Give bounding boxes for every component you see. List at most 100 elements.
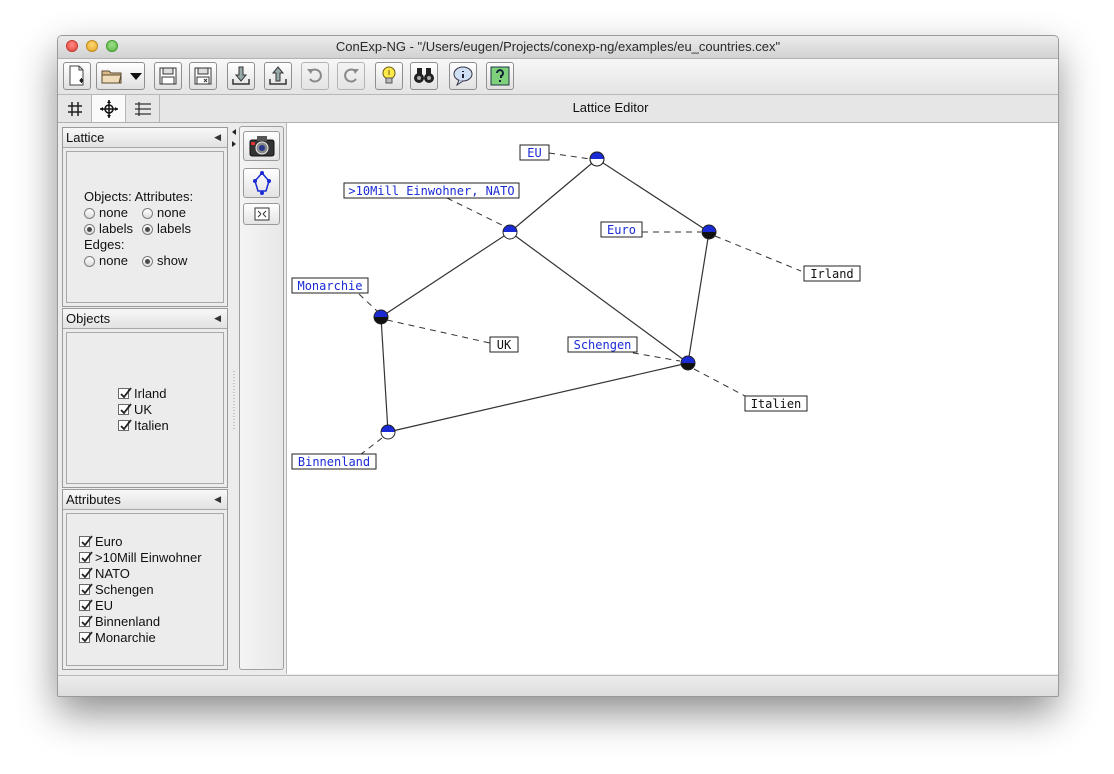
- svg-text:Binnenland: Binnenland: [298, 455, 370, 469]
- tab-implications[interactable]: [126, 95, 160, 122]
- attributes-panel-title: Attributes: [66, 492, 121, 507]
- export-button[interactable]: [264, 62, 292, 90]
- help-button[interactable]: [486, 62, 514, 90]
- attributes-none-radio[interactable]: none: [142, 205, 186, 220]
- fit-view-button[interactable]: [243, 203, 280, 225]
- attribute-item-schengen[interactable]: Schengen: [79, 582, 154, 598]
- object-item-italien[interactable]: Italien: [118, 418, 169, 434]
- checkbox-icon[interactable]: [118, 419, 132, 431]
- attribute-label-monarchie[interactable]: Monarchie: [291, 277, 369, 294]
- checkbox-icon[interactable]: [118, 403, 132, 415]
- radio-icon[interactable]: [84, 208, 95, 219]
- lattice-node-euro[interactable]: [701, 224, 717, 240]
- checkbox-icon[interactable]: [79, 599, 93, 611]
- collapse-arrow-icon[interactable]: ◀: [214, 128, 221, 147]
- attribute-item-binnenland[interactable]: Binnenland: [79, 614, 160, 630]
- context-grid-icon: [67, 101, 82, 116]
- help-icon: [490, 66, 510, 86]
- radio-selected-icon[interactable]: [84, 224, 95, 235]
- radio-icon[interactable]: [142, 208, 153, 219]
- checkbox-icon[interactable]: [79, 567, 93, 579]
- lattice-node-mill-nato[interactable]: [502, 224, 518, 240]
- attributes-list: Euro >10Mill Einwohner NATO Schengen EU …: [66, 513, 224, 666]
- object-item-irland[interactable]: Irland: [118, 386, 167, 402]
- objects-panel-header[interactable]: Objects ◀: [63, 309, 227, 329]
- about-button[interactable]: [449, 62, 477, 90]
- new-context-button[interactable]: [63, 62, 91, 90]
- attribute-label-schengen[interactable]: Schengen: [567, 336, 638, 353]
- lattice-diagram[interactable]: EU >10Mill Einwohner, NATO Euro Monarchi…: [287, 123, 1058, 674]
- radio-selected-icon[interactable]: [142, 256, 153, 267]
- edges-show-radio[interactable]: show: [142, 253, 187, 268]
- side-panels: Lattice ◀ Objects: Attributes: none none…: [62, 126, 228, 672]
- collapse-arrow-icon[interactable]: ◀: [214, 490, 221, 509]
- attribute-item-nato[interactable]: NATO: [79, 566, 130, 582]
- save-button[interactable]: [154, 62, 182, 90]
- svg-text:UK: UK: [497, 338, 512, 352]
- save-as-button[interactable]: [189, 62, 217, 90]
- lattice-canvas[interactable]: EU >10Mill Einwohner, NATO Euro Monarchi…: [286, 123, 1058, 674]
- collapse-arrow-icon[interactable]: ◀: [214, 309, 221, 328]
- lattice-node-eu[interactable]: [589, 151, 605, 167]
- attribute-label-mill-nato[interactable]: >10Mill Einwohner, NATO: [343, 182, 520, 199]
- attributes-panel-header[interactable]: Attributes ◀: [63, 490, 227, 510]
- splitter-handle-icon[interactable]: [231, 126, 237, 672]
- attributes-labels-radio[interactable]: labels: [142, 221, 191, 236]
- object-label-italien[interactable]: Italien: [744, 395, 808, 412]
- checkbox-icon[interactable]: [79, 535, 93, 547]
- object-label-irland[interactable]: Irland: [803, 265, 861, 282]
- redo-button[interactable]: [337, 62, 365, 90]
- lattice-tool-strip: [239, 126, 284, 670]
- radio-selected-icon[interactable]: [142, 224, 153, 235]
- attribute-label-binnenland[interactable]: Binnenland: [291, 453, 377, 470]
- view-tab-bar: Lattice Editor: [58, 95, 1058, 123]
- checkbox-icon[interactable]: [79, 551, 93, 563]
- objects-list: Irland UK Italien: [66, 332, 224, 484]
- attribute-item-eu[interactable]: EU: [79, 598, 113, 614]
- tab-context-editor[interactable]: [58, 95, 92, 122]
- attribute-exploration-button[interactable]: [375, 62, 403, 90]
- panel-splitter[interactable]: [231, 126, 237, 672]
- svg-text:Monarchie: Monarchie: [297, 279, 362, 293]
- checkbox-icon[interactable]: [79, 583, 93, 595]
- objects-labels-radio[interactable]: labels: [84, 221, 133, 236]
- radio-icon[interactable]: [84, 256, 95, 267]
- checkbox-icon[interactable]: [79, 631, 93, 643]
- import-button[interactable]: [227, 62, 255, 90]
- lattice-panel-header[interactable]: Lattice ◀: [63, 128, 227, 148]
- lattice-panel: Lattice ◀ Objects: Attributes: none none…: [62, 127, 228, 307]
- dropdown-arrow-icon[interactable]: [129, 71, 143, 81]
- checkbox-icon[interactable]: [118, 387, 132, 399]
- open-button[interactable]: [96, 62, 145, 90]
- svg-text:Irland: Irland: [810, 267, 853, 281]
- title-bar[interactable]: ConExp-NG - "/Users/eugen/Projects/conex…: [58, 36, 1058, 59]
- lattice-edge: [380, 231, 511, 318]
- attribute-label-eu[interactable]: EU: [519, 144, 550, 161]
- lattice-node-schengen[interactable]: [680, 355, 696, 371]
- move-node-button[interactable]: [243, 168, 280, 198]
- attribute-label-euro[interactable]: Euro: [600, 221, 643, 238]
- lattice-node-monarchie[interactable]: [373, 309, 389, 325]
- attribute-item-monarchie[interactable]: Monarchie: [79, 630, 156, 646]
- camera-icon: [249, 136, 274, 157]
- editor-title: Lattice Editor: [572, 100, 649, 115]
- lattice-edge: [687, 231, 710, 364]
- object-label-uk[interactable]: UK: [489, 336, 519, 353]
- objects-none-radio[interactable]: none: [84, 205, 128, 220]
- main-toolbar: [58, 59, 1058, 95]
- undo-button[interactable]: [301, 62, 329, 90]
- checkbox-icon[interactable]: [79, 615, 93, 627]
- object-item-uk[interactable]: UK: [118, 402, 152, 418]
- search-button[interactable]: [410, 62, 438, 90]
- attribute-item-10mill[interactable]: >10Mill Einwohner: [79, 550, 202, 566]
- export-icon: [269, 66, 287, 85]
- screenshot-button[interactable]: [243, 131, 280, 161]
- attribute-item-euro[interactable]: Euro: [79, 534, 122, 550]
- attributes-labels-label: labels: [157, 221, 191, 236]
- lightbulb-icon: [382, 66, 396, 84]
- app-window: ConExp-NG - "/Users/eugen/Projects/conex…: [57, 35, 1059, 697]
- edges-none-radio[interactable]: none: [84, 253, 128, 268]
- lattice-node-binnenland[interactable]: [380, 424, 396, 440]
- implications-list-icon: [134, 101, 151, 116]
- tab-lattice-editor[interactable]: [92, 95, 126, 122]
